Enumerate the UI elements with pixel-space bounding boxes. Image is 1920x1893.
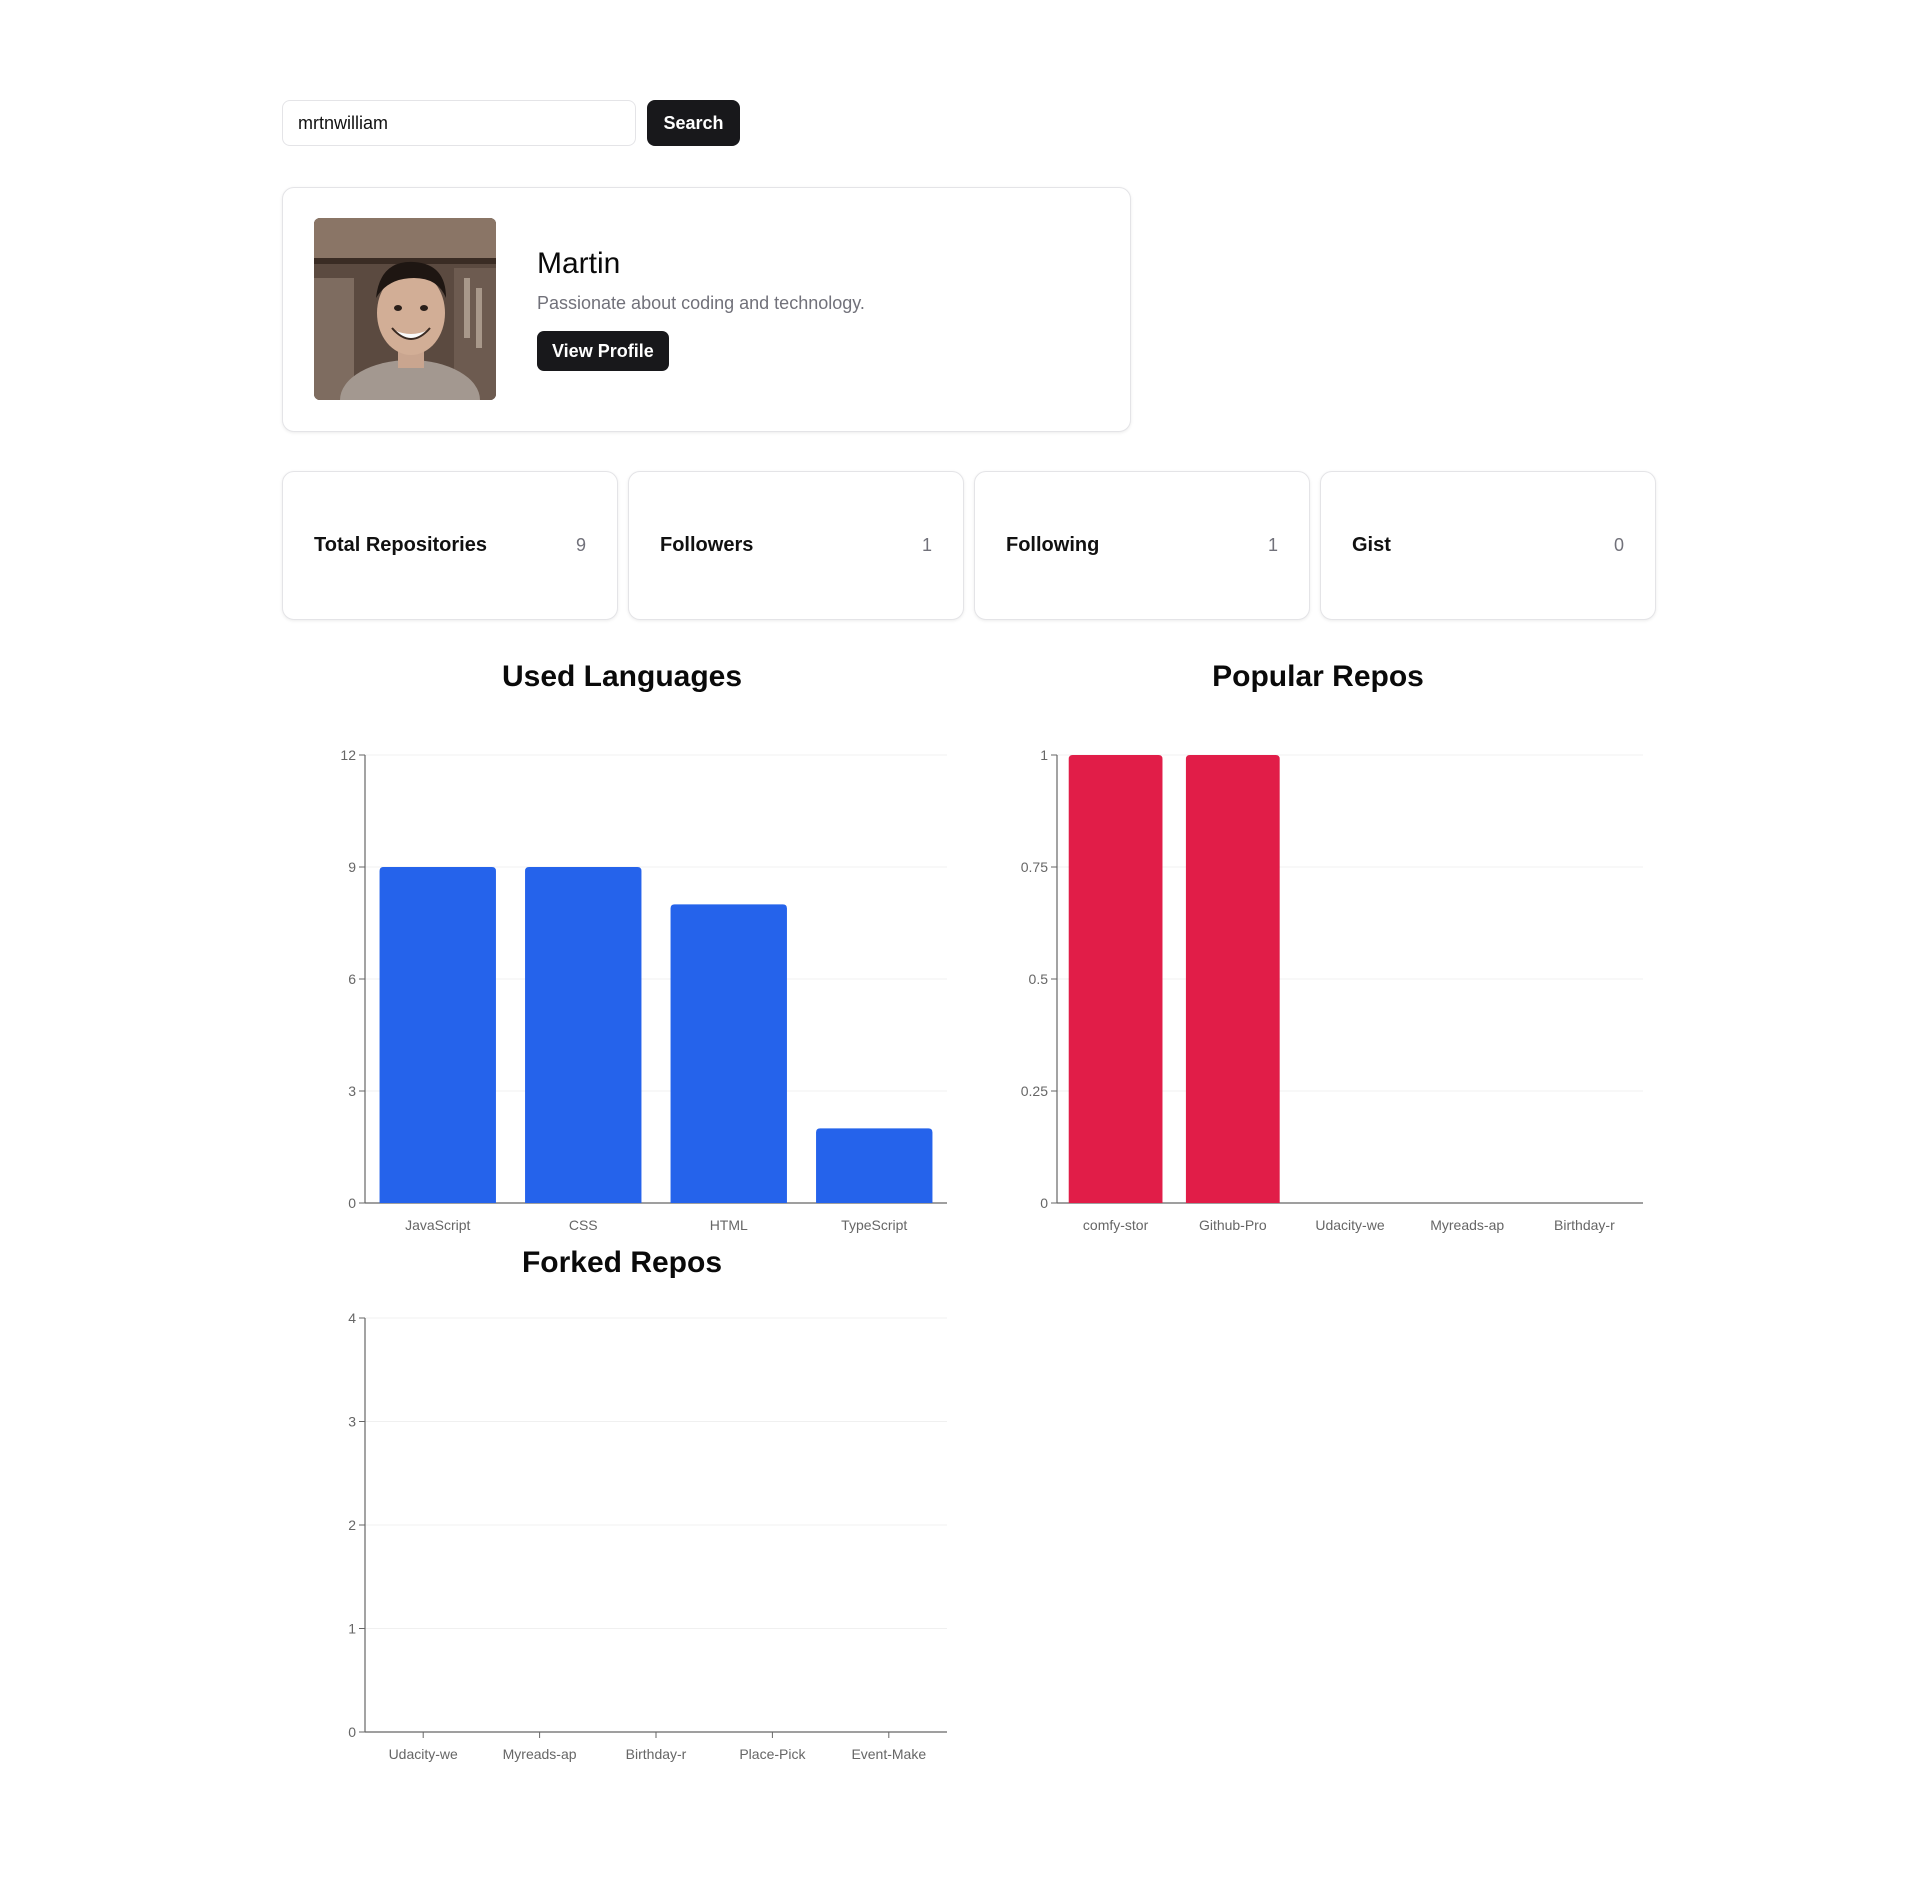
y-tick-label: 0 (1040, 1195, 1048, 1211)
x-tick-label: Event-Make (851, 1746, 926, 1762)
y-tick-label: 3 (348, 1083, 356, 1099)
stat-value: 1 (1267, 535, 1278, 555)
y-tick-label: 1 (1040, 747, 1048, 763)
search-button[interactable]: Search (647, 100, 740, 146)
y-tick-label: 0.75 (1021, 859, 1048, 875)
search-bar: Search (282, 100, 740, 146)
profile-name: Martin (537, 247, 621, 280)
x-tick-label: Place-Pick (739, 1746, 806, 1762)
used-languages-chart: Used Languages 0 3 6 9 12 JavaScript CSS HTML Ty… (282, 660, 962, 1233)
used-languages-plot: 0 3 6 9 12 JavaScript CSS HTML TypeScript (340, 747, 947, 1233)
y-tick-label: 0.25 (1021, 1083, 1048, 1099)
x-tick-label: Myreads-ap (1430, 1217, 1504, 1233)
stat-label: Total Repositories (314, 534, 487, 556)
y-tick-label: 2 (348, 1517, 356, 1533)
y-tick-label: 0 (348, 1195, 356, 1211)
bar-html[interactable] (670, 904, 787, 1203)
y-tick-label: 6 (348, 971, 356, 987)
x-tick-label: CSS (569, 1217, 598, 1233)
chart-title: Used Languages (501, 660, 743, 693)
forked-repos-plot: 0 1 2 3 4 Udacity-we Myreads-ap Birthday-r Place… (348, 1310, 947, 1762)
stats-row: Total Repositories 9 Followers 1 Followi… (282, 471, 1656, 620)
y-tick-label: 0 (348, 1724, 356, 1740)
bar-comfy-stor[interactable] (1068, 755, 1163, 1203)
chart-title: Popular Repos (1212, 660, 1424, 693)
stat-card-following: Following 1 (974, 471, 1310, 620)
x-tick-label: Myreads-ap (503, 1746, 577, 1762)
x-tick-label: Birthday-r (1554, 1217, 1615, 1233)
y-tick-label: 0.5 (1029, 971, 1049, 987)
forked-repos-chart: Forked Repos 0 1 2 3 4 Udacity-we Myreads-ap Bi… (282, 1246, 962, 1816)
x-tick-label: HTML (710, 1217, 748, 1233)
y-tick-label: 1 (348, 1621, 356, 1637)
bar-typescript[interactable] (816, 1128, 933, 1203)
profile-card: Martin Passionate about coding and techn… (282, 187, 1131, 432)
x-tick-label: Github-Pro (1199, 1217, 1267, 1233)
x-tick-label: Birthday-r (626, 1746, 687, 1762)
stat-card-gist: Gist 0 (1320, 471, 1656, 620)
stat-value: 1 (921, 535, 932, 555)
profile-bio: Passionate about coding and technology. (537, 293, 865, 313)
popular-repos-plot: 0 0.25 0.5 0.75 1 comfy-stor Github-Pro Udacity… (1021, 747, 1643, 1233)
x-tick-label: Udacity-we (1315, 1217, 1384, 1233)
stat-value: 0 (1613, 535, 1624, 555)
x-tick-label: Udacity-we (389, 1746, 458, 1762)
chart-title: Forked Repos (521, 1246, 723, 1279)
popular-repos-chart: Popular Repos 0 0.25 0.5 0.75 1 comfy-stor Git… (978, 660, 1658, 1233)
stat-value: 9 (575, 535, 586, 555)
stat-label: Followers (660, 534, 754, 556)
stat-card-followers: Followers 1 (628, 471, 964, 620)
view-profile-button[interactable]: View Profile (537, 331, 669, 371)
x-tick-label: JavaScript (405, 1217, 470, 1233)
bar-github-pro[interactable] (1185, 755, 1280, 1203)
avatar (314, 218, 496, 400)
bar-css[interactable] (525, 867, 642, 1203)
stat-card-total-repositories: Total Repositories 9 (282, 471, 618, 620)
x-tick-label: comfy-stor (1083, 1217, 1149, 1233)
y-tick-label: 12 (340, 747, 356, 763)
y-tick-label: 3 (348, 1414, 356, 1430)
bar-javascript[interactable] (379, 867, 496, 1203)
stat-label: Gist (1352, 534, 1391, 556)
avatar-photo (314, 218, 496, 400)
stat-label: Following (1006, 534, 1100, 556)
y-tick-label: 4 (348, 1310, 356, 1326)
y-tick-label: 9 (348, 859, 356, 875)
x-tick-label: TypeScript (841, 1217, 907, 1233)
search-input[interactable] (282, 100, 636, 146)
